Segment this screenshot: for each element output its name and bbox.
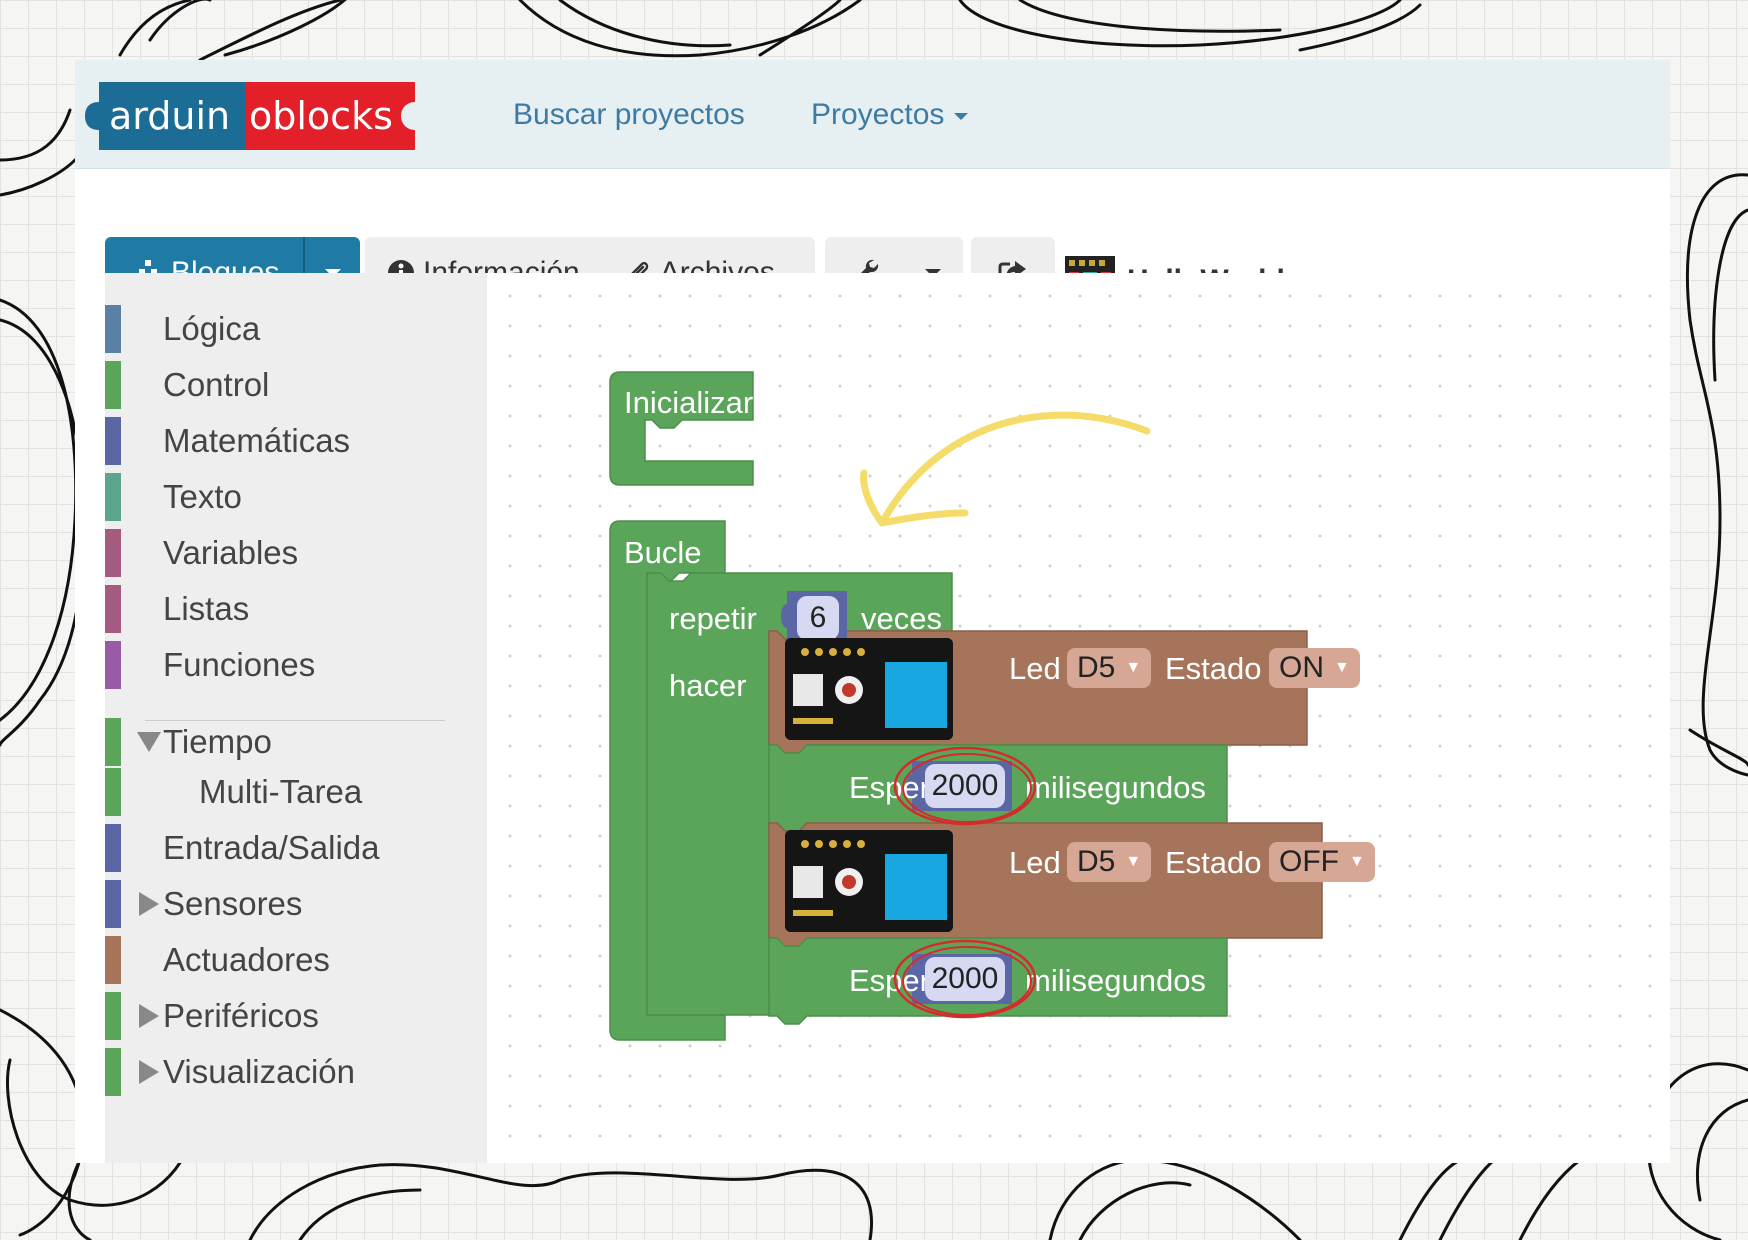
nav-link-projects-label: Proyectos	[811, 98, 945, 131]
nav-link-projects-dropdown[interactable]: Proyectos	[811, 98, 969, 132]
sidebar-category-control[interactable]: Control	[105, 361, 269, 409]
block-category-sidebar: Lógica Control Matemáticas Texto Variables Li…	[105, 273, 487, 1163]
sidebar-category-label: Multi-Tarea	[199, 773, 363, 810]
led-module-image	[785, 830, 953, 932]
arduinoblocks-logo[interactable]: arduin oblocks	[85, 78, 455, 154]
wait-1-value-field[interactable]: 2000	[925, 764, 1005, 808]
logo-text-left: arduin	[109, 94, 230, 138]
led-off-state-label: Estado	[1165, 845, 1262, 880]
sidebar-category-listas[interactable]: Listas	[105, 585, 249, 633]
category-color-bar	[105, 768, 121, 816]
category-color-bar	[105, 417, 121, 465]
sidebar-category-matemáticas[interactable]: Matemáticas	[105, 417, 350, 465]
category-color-bar	[105, 936, 121, 984]
sidebar-category-label: Sensores	[163, 885, 303, 922]
sidebar-category-label: Listas	[163, 590, 250, 627]
led-off-pin-value: D5	[1077, 845, 1116, 878]
times-label: veces	[861, 601, 942, 636]
arduinoblocks-app: arduin oblocks Buscar proyectos Proyecto…	[75, 60, 1670, 1163]
repeat-label: repetir	[669, 601, 757, 636]
sidebar-category-label: Control	[163, 366, 270, 403]
led-off-state-value: OFF	[1279, 845, 1339, 878]
led-on-state-label: Estado	[1165, 651, 1262, 686]
sidebar-category-texto[interactable]: Texto	[105, 473, 242, 521]
sidebar-category-label: Tiempo	[163, 723, 272, 760]
category-color-bar	[105, 992, 121, 1040]
caret-down-icon	[954, 112, 969, 120]
sidebar-category-lógica[interactable]: Lógica	[105, 305, 260, 353]
blocks-workspace[interactable]: Inicializar Bucle repetir 6 veces hacer …	[487, 273, 1670, 1163]
sidebar-category-label: Lógica	[163, 310, 261, 347]
category-color-bar	[105, 824, 121, 872]
dropdown-arrow-icon: ▼	[1334, 659, 1350, 676]
sidebar-divider	[145, 720, 445, 721]
repeat-times-field[interactable]: 6	[797, 596, 839, 640]
category-color-bar	[105, 361, 121, 409]
sidebar-category-actuadores[interactable]: Actuadores	[105, 936, 330, 984]
sidebar-category-tiempo[interactable]: Tiempo	[105, 718, 272, 766]
category-color-bar	[105, 305, 121, 353]
category-color-bar	[105, 1048, 121, 1096]
sidebar-category-label: Funciones	[163, 646, 316, 683]
led-on-pin-dropdown[interactable]: D5 ▼	[1067, 648, 1152, 688]
sidebar-category-label: Texto	[163, 478, 242, 515]
category-color-bar	[105, 529, 121, 577]
sidebar-category-label: Periféricos	[163, 997, 319, 1034]
wait-2-value-field[interactable]: 2000	[925, 957, 1005, 1001]
dropdown-arrow-icon: ▼	[1125, 659, 1142, 676]
sidebar-category-label: Entrada/Salida	[163, 829, 380, 866]
dropdown-arrow-icon: ▼	[1349, 853, 1365, 870]
wait-2-unit: milisegundos	[1025, 963, 1206, 998]
nav-link-search-label: Buscar proyectos	[513, 98, 745, 131]
sidebar-category-label: Matemáticas	[163, 422, 351, 459]
sidebar-category-visualización[interactable]: Visualización	[105, 1048, 355, 1096]
category-color-bar	[105, 718, 121, 766]
do-label: hacer	[669, 668, 747, 703]
led-module-image	[785, 638, 953, 740]
sidebar-category-sensores[interactable]: Sensores	[105, 880, 302, 928]
wait-1-unit: milisegundos	[1025, 770, 1206, 805]
expand-arrow-icon	[135, 892, 163, 916]
led-on-state-value: ON	[1279, 651, 1324, 684]
sidebar-category-entrada-salida[interactable]: Entrada/Salida	[105, 824, 379, 872]
sidebar-category-label: Visualización	[163, 1053, 356, 1090]
sidebar-category-periféricos[interactable]: Periféricos	[105, 992, 319, 1040]
category-color-bar	[105, 473, 121, 521]
category-color-bar	[105, 880, 121, 928]
expand-arrow-icon	[135, 1004, 163, 1028]
led-on-state-dropdown[interactable]: ON ▼	[1269, 648, 1360, 688]
led-on-led-label: Led	[1009, 651, 1061, 686]
sidebar-category-variables[interactable]: Variables	[105, 529, 298, 577]
nav-link-search-projects[interactable]: Buscar proyectos	[513, 98, 745, 132]
sidebar-category-funciones[interactable]: Funciones	[105, 641, 315, 689]
sidebar-category-label: Variables	[163, 534, 299, 571]
led-off-pin-dropdown[interactable]: D5 ▼	[1067, 842, 1152, 882]
led-off-led-label: Led	[1009, 845, 1061, 880]
sidebar-category-label: Actuadores	[163, 941, 330, 978]
top-navbar: arduin oblocks Buscar proyectos Proyecto…	[75, 60, 1670, 169]
logo-text-right: oblocks	[249, 94, 393, 138]
init-block-label: Inicializar	[624, 385, 754, 420]
dropdown-arrow-icon: ▼	[1125, 853, 1142, 870]
expand-arrow-icon	[135, 1060, 163, 1084]
sidebar-category-multi-tarea[interactable]: Multi-Tarea	[105, 768, 362, 816]
category-color-bar	[105, 641, 121, 689]
led-off-state-dropdown[interactable]: OFF ▼	[1269, 842, 1375, 882]
category-color-bar	[105, 585, 121, 633]
collapse-arrow-icon	[135, 732, 163, 752]
led-on-pin-value: D5	[1077, 651, 1116, 684]
loop-block-label: Bucle	[624, 535, 702, 570]
